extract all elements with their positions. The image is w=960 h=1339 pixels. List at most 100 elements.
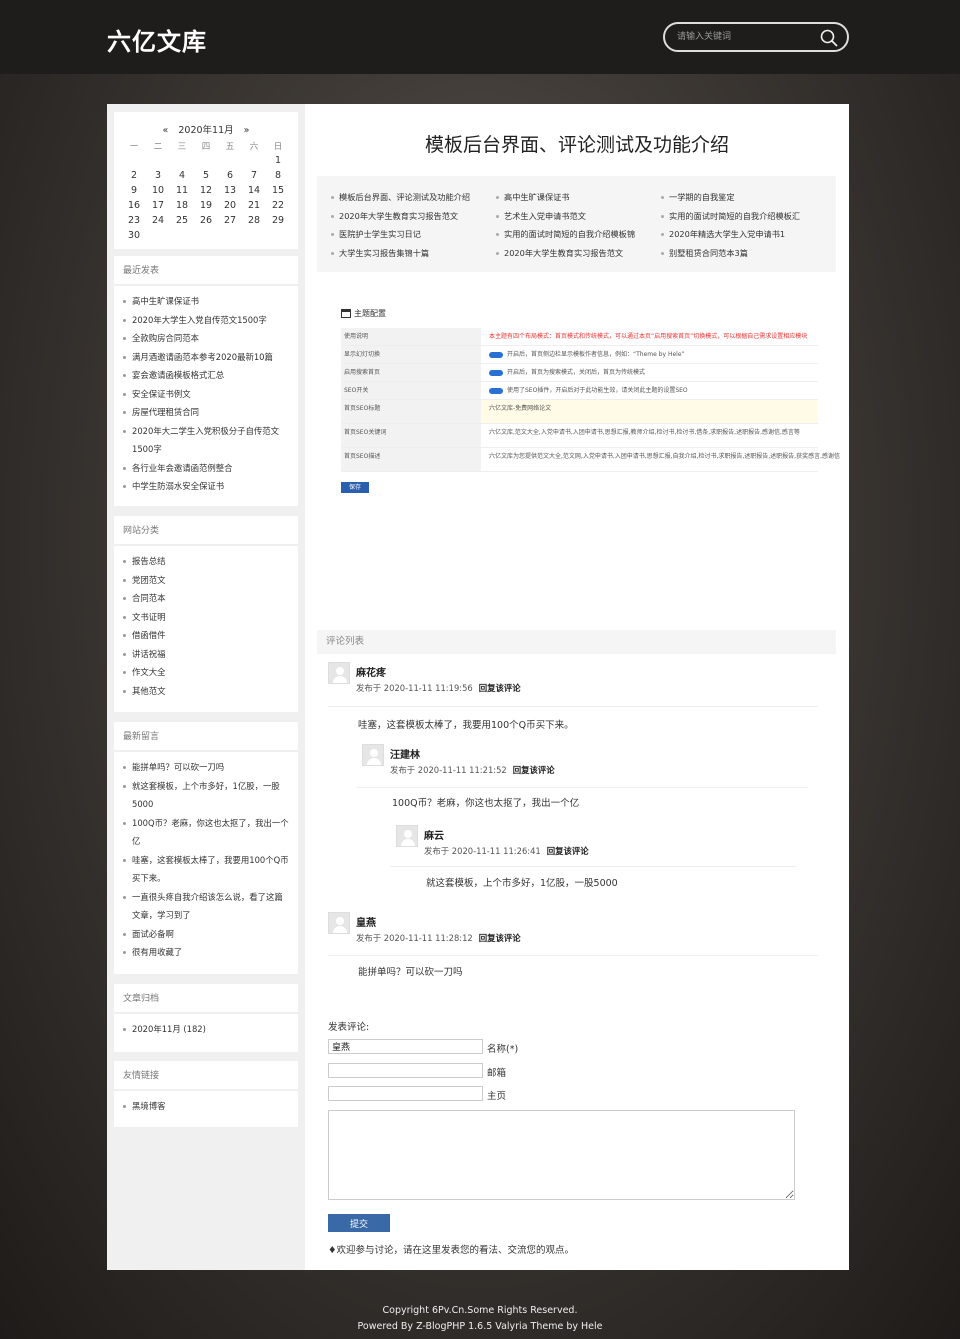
archive-link[interactable]: 2020年11月 (182) — [122, 1020, 290, 1039]
related-post-link[interactable]: 2020年大学生教育实习报告范文 — [329, 207, 494, 226]
recent-comments-list: 能拼单吗？可以砍一刀吗 就这套模板，上个市多好，1亿股，一股5000 100Q币？老… — [114, 752, 298, 966]
calendar-day[interactable]: 4 — [170, 168, 194, 183]
calendar-day[interactable]: 20 — [218, 198, 242, 213]
search-box[interactable] — [663, 22, 849, 52]
calendar-day[interactable]: 3 — [146, 168, 170, 183]
calendar-day[interactable]: 29 — [266, 213, 290, 228]
recent-post-link[interactable]: 各行业年会邀请函范例整合 — [122, 459, 290, 478]
calendar-day[interactable]: 27 — [218, 213, 242, 228]
related-post-link[interactable]: 艺术生入党申请书范文 — [494, 207, 659, 226]
recent-post-link[interactable]: 满月酒邀请函范本参考2020最新10篇 — [122, 348, 290, 367]
theme-config-row: 使用说明 本主题有四个布局模式：首页模式和传统模式，可以通过本页“启用搜索首页”切… — [341, 328, 818, 346]
comment-body: 哇塞，这套模板太棒了，我要用100个Q币买下来。 — [358, 720, 574, 731]
category-link[interactable]: 合同范本 — [122, 589, 290, 608]
comment-note: ♦欢迎参与讨论，请在这里发表您的看法、交流您的观点。 — [328, 1245, 575, 1256]
calendar-day[interactable]: 23 — [122, 213, 146, 228]
recent-post-link[interactable]: 安全保证书例文 — [122, 385, 290, 404]
calendar-day[interactable]: 24 — [146, 213, 170, 228]
calendar-day[interactable]: 16 — [122, 198, 146, 213]
calendar-next[interactable]: » — [244, 125, 250, 136]
calendar-day[interactable]: 5 — [194, 168, 218, 183]
recent-comment-link[interactable]: 一直很头疼自我介绍该怎么说，看了这篇文章，学习到了 — [122, 888, 290, 925]
related-post-link[interactable]: 高中生旷课保证书 — [494, 188, 659, 207]
recent-comment-link[interactable]: 哇塞，这套模板太棒了，我要用100个Q币买下来。 — [122, 851, 290, 888]
calendar-day[interactable]: 2 — [122, 168, 146, 183]
theme-config-row: 首页SEO描述 六亿文库为您提供范文大全,范文网,入党申请书,入团申请书,思想汇报… — [341, 448, 840, 472]
related-post-link[interactable]: 2020年大学生教育实习报告范文 — [494, 244, 659, 263]
calendar-day[interactable]: 12 — [194, 183, 218, 198]
submit-button[interactable]: 提交 — [328, 1214, 390, 1232]
calendar-day[interactable]: 17 — [146, 198, 170, 213]
calendar-day[interactable]: 8 — [266, 168, 290, 183]
name-field[interactable] — [328, 1039, 483, 1054]
category-link[interactable]: 报告总结 — [122, 552, 290, 571]
calendar-day[interactable]: 19 — [194, 198, 218, 213]
category-link[interactable]: 其他范文 — [122, 682, 290, 701]
recent-comment-link[interactable]: 就这套模板，上个市多好，1亿股，一股5000 — [122, 777, 290, 814]
calendar-day — [170, 228, 194, 243]
related-post-link[interactable]: 大学生实习报告集锦十篇 — [329, 244, 494, 263]
reply-link[interactable]: 回复该评论 — [547, 846, 589, 856]
friend-link[interactable]: 黑境博客 — [122, 1097, 290, 1116]
related-post-link[interactable]: 别墅租赁合同范本3篇 — [659, 244, 824, 263]
recent-post-link[interactable]: 2020年大二学生入党积极分子自传范文1500字 — [122, 422, 290, 459]
calendar-table: 一二三四五六日 1 2 3 4 5 6 7 8 9 10 11 12 13 14 15 16 17 18 19 20 2… — [122, 138, 290, 243]
toggle-switch — [489, 369, 503, 376]
calendar-day[interactable]: 6 — [218, 168, 242, 183]
related-post-link[interactable]: 一学期的自我鉴定 — [659, 188, 824, 207]
related-post-link[interactable]: 医院护士学生实习日记 — [329, 225, 494, 244]
recent-comment-link[interactable]: 100Q币？老麻，你这也太抠了，我出一个亿 — [122, 814, 290, 851]
theme-config-label: 使用说明 — [341, 328, 481, 345]
calendar-day[interactable]: 7 — [242, 168, 266, 183]
calendar-day[interactable]: 14 — [242, 183, 266, 198]
avatar — [328, 662, 350, 684]
recent-post-link[interactable]: 房屋代理租赁合同 — [122, 403, 290, 422]
related-post-link[interactable]: 实用的面试时简短的自我介绍模板锦 — [494, 225, 659, 244]
calendar-widget: «2020年11月» 一二三四五六日 1 2 3 4 5 6 7 8 9 10 11 12 13 14 15… — [114, 112, 298, 249]
avatar — [396, 825, 418, 847]
calendar-weekday: 二 — [153, 141, 163, 152]
recent-post-link[interactable]: 中学生防溺水安全保证书 — [122, 477, 290, 496]
comment-author: 皇燕 — [356, 918, 376, 929]
calendar-day[interactable]: 15 — [266, 183, 290, 198]
divider — [328, 706, 818, 707]
recent-comment-link[interactable]: 很有用收藏了 — [122, 943, 290, 962]
calendar-day[interactable]: 1 — [266, 153, 290, 168]
site-logo[interactable]: 六亿文库 — [107, 22, 207, 57]
calendar-day[interactable]: 22 — [266, 198, 290, 213]
calendar-day[interactable]: 13 — [218, 183, 242, 198]
calendar-weekday: 六 — [249, 141, 259, 152]
recent-post-link[interactable]: 高中生旷课保证书 — [122, 292, 290, 311]
search-input[interactable] — [677, 30, 817, 44]
calendar-day[interactable]: 30 — [122, 228, 146, 243]
calendar-prev[interactable]: « — [163, 125, 169, 136]
category-link[interactable]: 讲话祝福 — [122, 645, 290, 664]
calendar-day[interactable]: 10 — [146, 183, 170, 198]
search-icon[interactable] — [819, 28, 839, 48]
calendar-day[interactable]: 18 — [170, 198, 194, 213]
calendar-day[interactable]: 11 — [170, 183, 194, 198]
reply-link[interactable]: 回复该评论 — [479, 933, 521, 943]
calendar-day[interactable]: 26 — [194, 213, 218, 228]
related-post-link[interactable]: 实用的面试时简短的自我介绍模板汇 — [659, 207, 824, 226]
calendar-day[interactable]: 25 — [170, 213, 194, 228]
homepage-field[interactable] — [328, 1086, 483, 1101]
recent-comment-link[interactable]: 能拼单吗？可以砍一刀吗 — [122, 758, 290, 777]
recent-post-link[interactable]: 全款购房合同范本 — [122, 329, 290, 348]
email-field[interactable] — [328, 1063, 483, 1078]
recent-post-link[interactable]: 宴会邀请函模板格式汇总 — [122, 366, 290, 385]
category-link[interactable]: 作文大全 — [122, 663, 290, 682]
category-link[interactable]: 党团范文 — [122, 571, 290, 590]
recent-comment-link[interactable]: 面试必备啊 — [122, 925, 290, 944]
calendar-day[interactable]: 28 — [242, 213, 266, 228]
calendar-day[interactable]: 9 — [122, 183, 146, 198]
calendar-day[interactable]: 21 — [242, 198, 266, 213]
category-link[interactable]: 文书证明 — [122, 608, 290, 627]
category-link[interactable]: 借函借件 — [122, 626, 290, 645]
comment-textarea[interactable] — [328, 1110, 795, 1200]
reply-link[interactable]: 回复该评论 — [479, 683, 521, 693]
recent-post-link[interactable]: 2020年大学生入党自传范文1500字 — [122, 311, 290, 330]
related-post-link[interactable]: 模板后台界面、评论测试及功能介绍 — [329, 188, 494, 207]
related-post-link[interactable]: 2020年精选大学生入党申请书1 — [659, 225, 824, 244]
reply-link[interactable]: 回复该评论 — [513, 765, 555, 775]
